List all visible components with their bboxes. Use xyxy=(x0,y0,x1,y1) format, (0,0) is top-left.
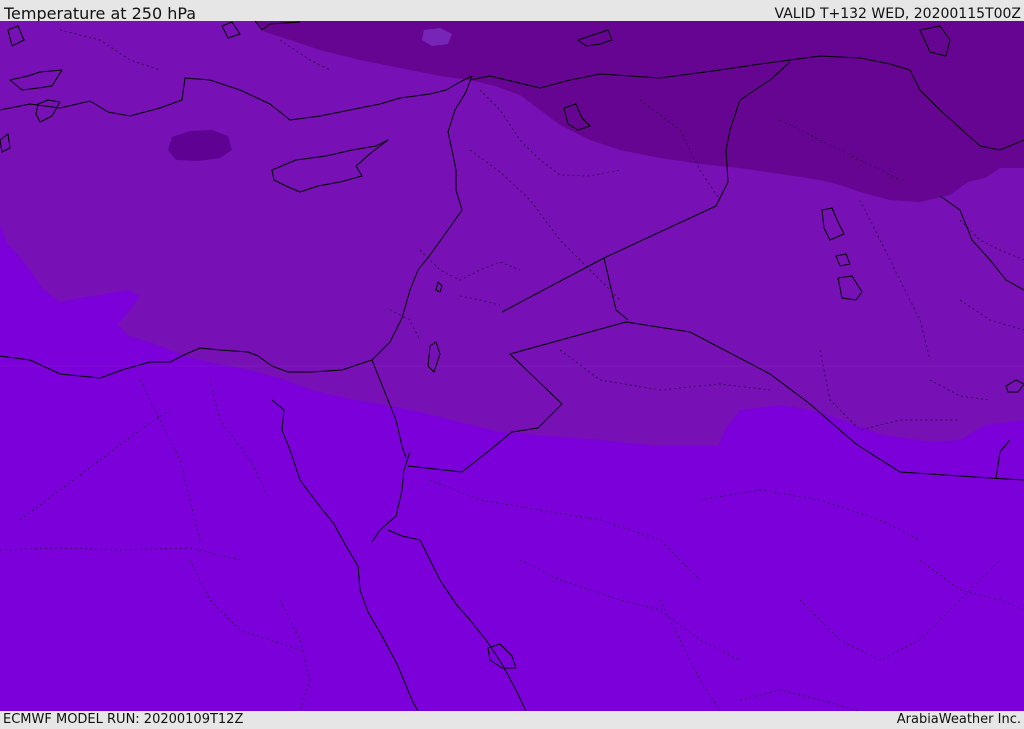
weather-map xyxy=(0,21,1024,711)
footer-bar: ECMWF MODEL RUN: 20200109T12Z ArabiaWeat… xyxy=(0,711,1024,729)
header-bar: Temperature at 250 hPa VALID T+132 WED, … xyxy=(0,0,1024,23)
credit: ArabiaWeather Inc. xyxy=(896,712,1021,727)
model-run: ECMWF MODEL RUN: 20200109T12Z xyxy=(3,712,244,727)
